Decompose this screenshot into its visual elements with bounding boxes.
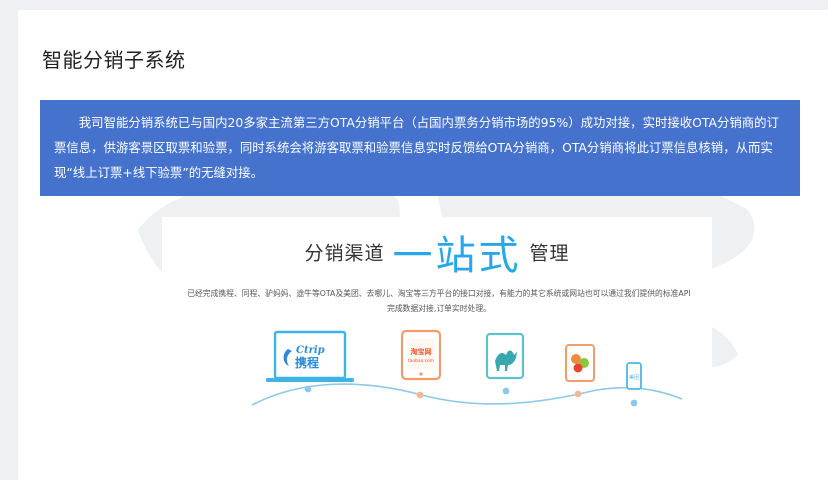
laptop-icon: Ctrip 携程	[266, 330, 354, 382]
promo-headline: 分销渠道 一站式 管理	[162, 223, 712, 281]
ctrip-logo-cn: 携程	[295, 355, 319, 370]
intro-banner: 我司智能分销系统已与国内20多家主流第三方OTA分销平台（占国内票务分销市场的9…	[40, 100, 800, 196]
tablet-camel-icon	[485, 332, 525, 380]
headline-big: 一站式	[392, 233, 522, 279]
curve-dot	[304, 385, 312, 393]
curve-dot	[630, 399, 638, 407]
phone-meituan-icon: 美团	[626, 362, 642, 390]
device-illustration: Ctrip 携程 淘宝网 taobao.com 美团	[162, 317, 712, 431]
curve-dot	[574, 390, 582, 398]
taobao-logo-cn: 淘宝网	[411, 347, 432, 356]
content-card: 智能分销子系统 我司智能分销系统已与国内20多家主流第三方OTA分销平台（占国内…	[18, 10, 828, 480]
taobao-logo-en: taobao.com	[408, 358, 434, 364]
phone-flower-icon	[565, 344, 595, 382]
promo-image: 分销渠道 一站式 管理 已经完成携程、同程、驴妈妈、途牛等OTA及美团、去哪儿、淘宝…	[162, 217, 712, 431]
headline-right: 管理	[529, 242, 570, 265]
curve-dot	[416, 391, 424, 399]
ctrip-logo-en: Ctrip	[296, 345, 325, 356]
promo-description: 已经完成携程、同程、驴妈妈、途牛等OTA及美团、去哪儿、淘宝等三方平台的接口对接…	[187, 289, 691, 313]
page-title: 智能分销子系统	[42, 48, 186, 72]
tablet-taobao-icon: 淘宝网 taobao.com	[400, 329, 442, 381]
meituan-logo: 美团	[629, 374, 639, 381]
wave-curve	[251, 383, 683, 406]
curve-dot	[502, 387, 510, 395]
headline-left: 分销渠道	[304, 242, 385, 265]
